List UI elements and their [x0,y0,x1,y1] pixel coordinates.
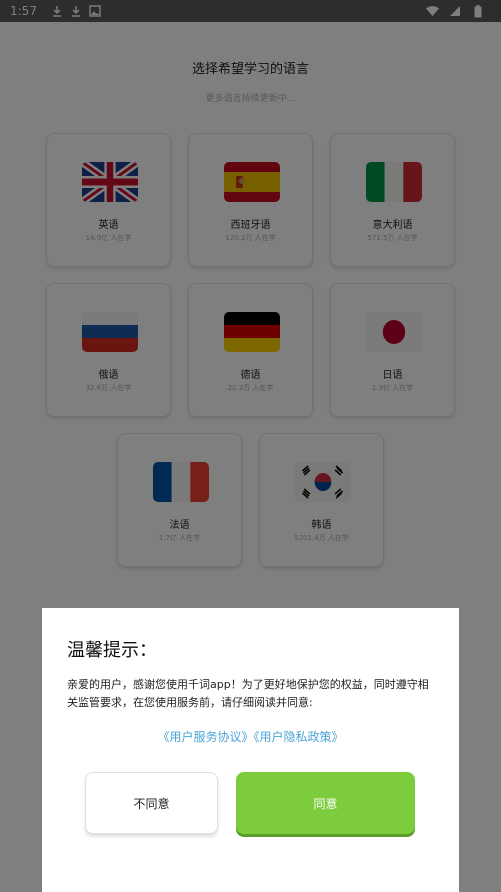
agree-button[interactable]: 同意 [236,772,415,834]
user-service-agreement-link[interactable]: 《用户服务协议》 [157,730,253,744]
user-privacy-policy-link[interactable]: 《用户隐私政策》 [254,730,344,744]
dialog-title: 温馨提示： [67,640,157,661]
dialog-message: 亲爱的用户，感谢您使用千词app！为了更好地保护您的权益，同时遵守相关监管要求，… [67,678,429,709]
privacy-dialog: 温馨提示： 亲爱的用户，感谢您使用千词app！为了更好地保护您的权益，同时遵守相… [42,608,459,892]
agreement-links: 《用户服务协议》《用户隐私政策》 [42,728,459,745]
disagree-button[interactable]: 不同意 [85,772,218,834]
